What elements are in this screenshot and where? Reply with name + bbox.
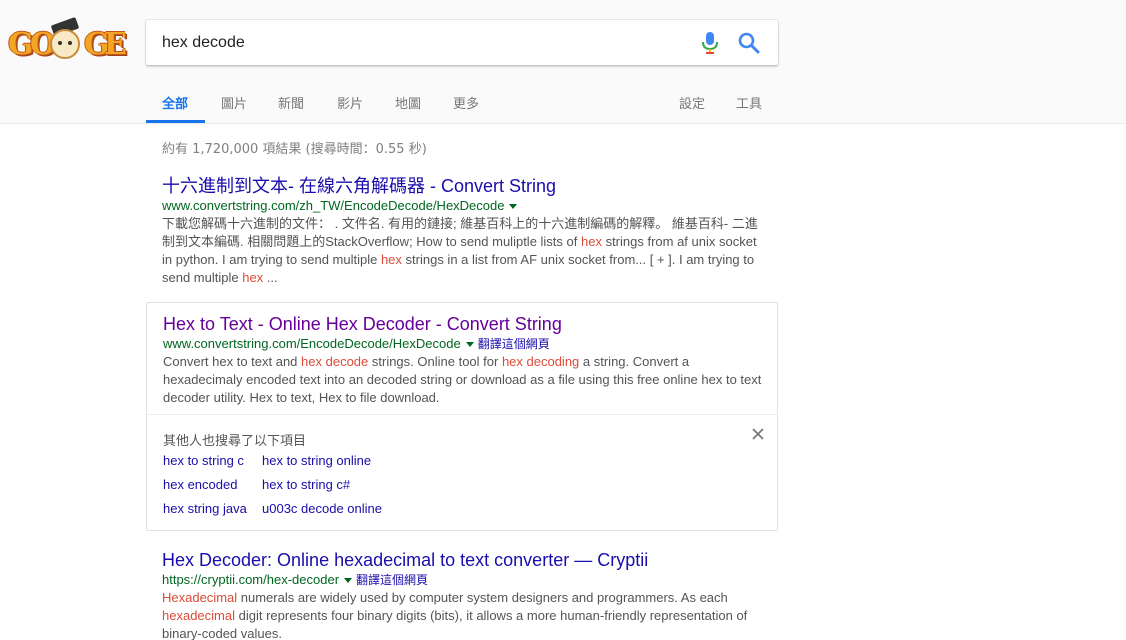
result-url[interactable]: www.convertstring.com/zh_TW/EncodeDecode…: [162, 198, 504, 213]
result-url[interactable]: www.convertstring.com/EncodeDecode/HexDe…: [163, 336, 461, 351]
search-result: Hex Decoder: Online hexadecimal to text …: [162, 549, 762, 640]
snippet-highlight: hexadecimal: [162, 608, 235, 623]
tab-videos[interactable]: 影片: [337, 93, 363, 112]
snippet-highlight: hex: [580, 234, 602, 249]
active-tab-indicator: [146, 120, 205, 123]
snippet-text: numerals are widely used by computer sys…: [237, 590, 728, 605]
header-bar: G O G E 全部 圖片 新聞 影片 地圖 更多 設定 工具: [0, 0, 1126, 124]
snippet-highlight: hex: [242, 270, 264, 285]
related-search-link[interactable]: hex string java: [163, 501, 247, 516]
tab-maps[interactable]: 地圖: [395, 93, 421, 112]
doodle-face-icon: [50, 29, 80, 59]
related-search-link[interactable]: u003c decode online: [262, 501, 382, 516]
translate-page-link[interactable]: 翻譯這個網頁: [356, 573, 428, 587]
search-box: [146, 20, 778, 65]
related-searches-title: 其他人也搜尋了以下項目: [163, 434, 307, 449]
caret-down-icon[interactable]: [465, 341, 474, 347]
snippet-text: Convert hex to text and: [163, 354, 302, 369]
tab-news[interactable]: 新聞: [278, 93, 304, 112]
snippet-highlight: hex: [380, 252, 402, 267]
search-input[interactable]: [162, 20, 682, 65]
result-card: Hex to Text - Online Hex Decoder - Conve…: [146, 302, 778, 531]
snippet-text: ...: [263, 270, 278, 285]
result-url[interactable]: https://cryptii.com/hex-decoder: [162, 572, 339, 587]
result-snippet: 下載您解碼十六進制的文件： . 文件名. 有用的鏈接; 維基百科上的十六進制編碼…: [162, 215, 762, 287]
logo-letter-e: E: [104, 27, 127, 62]
related-search-link[interactable]: hex to string c#: [262, 477, 350, 492]
close-icon[interactable]: [751, 427, 765, 441]
logo-letter-g: G: [8, 27, 34, 62]
snippet-text: strings. Online tool for: [368, 354, 502, 369]
magnifier-icon[interactable]: [738, 32, 760, 54]
snippet-highlight: Hexadecimal: [162, 590, 238, 605]
caret-down-icon[interactable]: [509, 203, 518, 209]
snippet-highlight: hex decoding: [501, 354, 580, 369]
translate-page-link[interactable]: 翻譯這個網頁: [478, 337, 550, 351]
search-result: Hex to Text - Online Hex Decoder - Conve…: [163, 313, 763, 407]
related-search-link[interactable]: hex encoded: [163, 477, 237, 492]
tab-tools[interactable]: 工具: [736, 93, 762, 112]
tab-more[interactable]: 更多: [453, 93, 479, 112]
result-snippet: Hexadecimal numerals are widely used by …: [162, 589, 762, 640]
divider: [147, 414, 777, 415]
result-snippet: Convert hex to text and hex decode strin…: [163, 353, 763, 407]
tab-settings[interactable]: 設定: [679, 93, 705, 112]
caret-down-icon[interactable]: [344, 577, 353, 583]
result-url-line: www.convertstring.com/EncodeDecode/HexDe…: [163, 335, 763, 353]
result-title-link[interactable]: 十六進制到文本- 在線六角解碼器 - Convert String: [162, 175, 762, 197]
tab-images[interactable]: 圖片: [221, 93, 247, 112]
result-url-line: www.convertstring.com/zh_TW/EncodeDecode…: [162, 197, 762, 215]
search-result: 十六進制到文本- 在線六角解碼器 - Convert String www.co…: [162, 175, 762, 287]
result-url-line: https://cryptii.com/hex-decoder 翻譯這個網頁: [162, 571, 762, 589]
snippet-text: digit represents four binary digits (bit…: [162, 608, 748, 640]
snippet-highlight: hex decode: [301, 354, 369, 369]
related-search-link[interactable]: hex to string online: [262, 453, 371, 468]
result-title-link[interactable]: Hex to Text - Online Hex Decoder - Conve…: [163, 313, 763, 335]
google-doodle-logo[interactable]: G O G E: [8, 16, 130, 67]
result-title-link[interactable]: Hex Decoder: Online hexadecimal to text …: [162, 549, 762, 571]
related-search-link[interactable]: hex to string c: [163, 453, 244, 468]
result-stats: 約有 1,720,000 項結果 (搜尋時間：0.55 秒): [162, 142, 427, 157]
microphone-icon[interactable]: [700, 32, 720, 54]
tab-all[interactable]: 全部: [162, 93, 188, 112]
